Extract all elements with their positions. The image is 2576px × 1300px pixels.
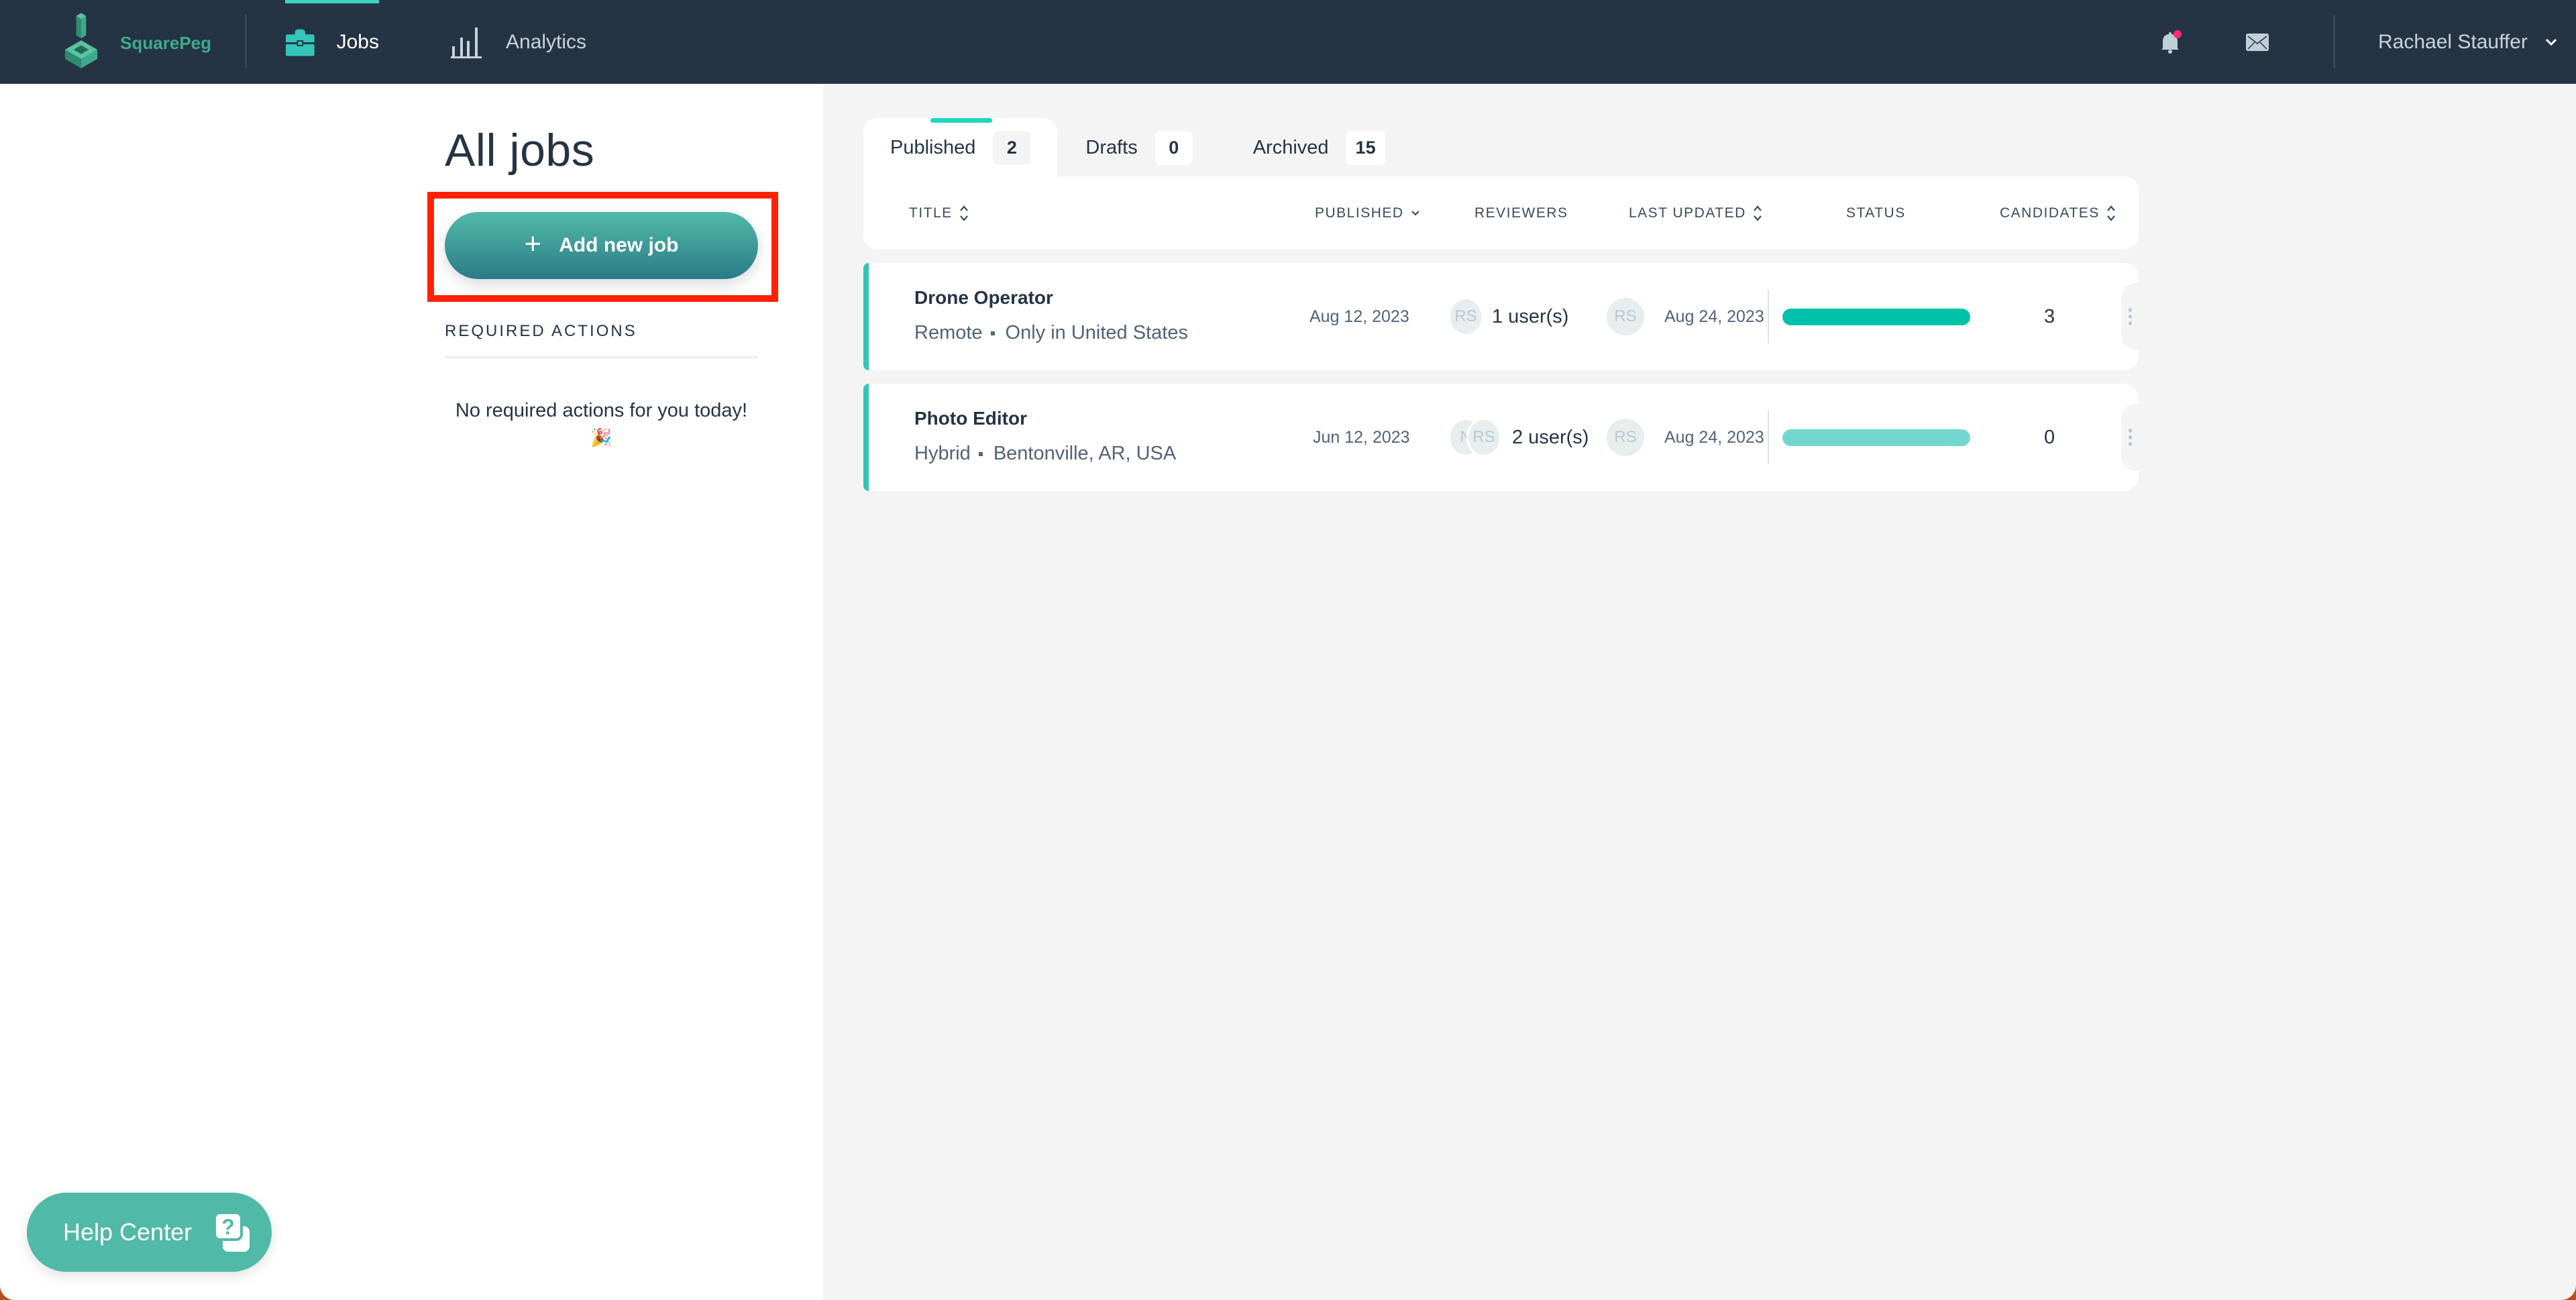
tab-count: 15 <box>1346 130 1385 165</box>
help-question-icon: ? <box>213 1211 250 1252</box>
last-updated-date: Aug 24, 2023 <box>1664 307 1764 326</box>
squarepeg-logo-icon <box>64 13 98 68</box>
kebab-dot <box>2128 429 2132 433</box>
last-updated-cell: RS Aug 24, 2023 <box>1607 263 1764 370</box>
top-navigation: SquarePeg Jobs Analytics Rachael Stauffe… <box>0 0 2576 84</box>
job-title[interactable]: Drone Operator <box>914 287 1053 309</box>
notifications-button[interactable] <box>2155 27 2187 59</box>
bar-chart-icon <box>451 27 482 58</box>
active-tab-indicator <box>930 118 992 123</box>
reviewers-count: 2 user(s) <box>1512 426 1589 448</box>
job-location: Only in United States <box>1005 322 1188 343</box>
separator-dot <box>990 331 995 335</box>
nav-tab-analytics[interactable]: Analytics <box>451 0 586 84</box>
job-work-type: Hybrid <box>914 443 971 464</box>
nav-tab-jobs[interactable]: Jobs <box>285 0 379 84</box>
column-header-published[interactable]: PUBLISHED <box>1315 176 1420 250</box>
plus-icon: + <box>524 227 542 260</box>
chevron-down-icon <box>1411 210 1419 216</box>
candidates-count[interactable]: 3 <box>2044 263 2055 370</box>
tab-drafts[interactable]: Drafts 0 <box>1057 118 1205 177</box>
nav-tab-label: Analytics <box>506 30 587 53</box>
candidates-count[interactable]: 0 <box>2044 384 2055 491</box>
row-menu-button[interactable] <box>2121 404 2139 471</box>
kebab-dot <box>2128 442 2132 446</box>
reviewers-cell[interactable]: N RS 2 user(s) <box>1450 384 1589 491</box>
logo[interactable]: SquarePeg <box>64 10 211 72</box>
last-updated-cell: RS Aug 24, 2023 <box>1607 384 1764 491</box>
kebab-dot <box>2128 321 2132 325</box>
briefcase-icon <box>285 29 315 56</box>
reviewers-count: 1 user(s) <box>1492 305 1569 327</box>
job-row[interactable]: Drone Operator Remote Only in United Sta… <box>863 263 2139 370</box>
tab-count: 0 <box>1155 130 1193 165</box>
status-bar <box>1782 309 1970 325</box>
kebab-dot <box>2128 315 2132 319</box>
job-location: Bentonville, AR, USA <box>993 443 1177 464</box>
chevron-down-icon <box>2545 38 2557 46</box>
active-tab-indicator <box>285 0 379 3</box>
nav-tab-label: Jobs <box>336 30 379 53</box>
sort-icon <box>1753 205 1762 221</box>
avatar: RS <box>1607 419 1644 456</box>
add-new-job-label: Add new job <box>559 234 679 256</box>
avatar: RS <box>1607 298 1644 335</box>
mail-icon <box>2246 34 2269 51</box>
kebab-dot <box>2128 435 2132 439</box>
required-actions-title: REQUIRED ACTIONS <box>445 322 637 340</box>
tab-count: 2 <box>993 130 1031 165</box>
messages-button[interactable] <box>2242 27 2274 59</box>
job-status-tabs: Published 2 Drafts 0 Archived 15 <box>863 118 1399 177</box>
reviewers-cell[interactable]: RS 1 user(s) <box>1450 263 1568 370</box>
avatar: RS <box>1466 418 1501 457</box>
job-meta: Remote Only in United States <box>914 322 1188 344</box>
job-row[interactable]: Photo Editor Hybrid Bentonville, AR, USA… <box>863 384 2139 491</box>
row-menu-button[interactable] <box>2121 283 2139 350</box>
last-updated-date: Aug 24, 2023 <box>1664 427 1764 447</box>
tab-archived[interactable]: Archived 15 <box>1206 118 1399 177</box>
empty-message: No required actions for you today! <box>455 400 748 421</box>
bell-icon <box>2161 30 2182 54</box>
page-title: All jobs <box>445 125 595 176</box>
avatar: RS <box>1450 299 1481 334</box>
column-divider <box>1768 411 1769 464</box>
column-divider <box>1768 290 1769 343</box>
svg-text:?: ? <box>221 1215 235 1239</box>
column-header-title[interactable]: TITLE <box>909 176 969 250</box>
user-menu[interactable]: Rachael Stauffer <box>2378 0 2557 84</box>
notification-badge <box>2174 30 2182 38</box>
job-work-type: Remote <box>914 322 983 343</box>
nav-divider <box>245 15 247 68</box>
column-header-last-updated[interactable]: LAST UPDATED <box>1629 176 1762 250</box>
app-window: SquarePeg Jobs Analytics Rachael Stauffe… <box>0 0 2576 1300</box>
help-center-button[interactable]: Help Center ? <box>27 1193 272 1272</box>
column-header-reviewers: REVIEWERS <box>1474 205 1568 221</box>
required-actions-empty: No required actions for you today! 🎉 <box>445 397 758 451</box>
logo-text: SquarePeg <box>120 32 211 53</box>
sort-icon <box>2106 205 2115 221</box>
separator-dot <box>978 451 983 456</box>
table-header: TITLE PUBLISHED REVIEWERS LAST UPDATED S… <box>863 176 2139 250</box>
column-header-candidates[interactable]: CANDIDATES <box>2000 176 2116 250</box>
party-popper-icon: 🎉 <box>590 427 612 447</box>
published-date: Jun 12, 2023 <box>1313 427 1410 447</box>
help-center-label: Help Center <box>63 1218 193 1246</box>
column-header-status: STATUS <box>1846 205 1906 221</box>
status-bar <box>1782 429 1970 446</box>
tab-label: Archived <box>1252 136 1329 158</box>
required-actions-divider <box>445 356 758 358</box>
kebab-dot <box>2128 308 2132 312</box>
published-date: Aug 12, 2023 <box>1309 307 1409 326</box>
nav-divider <box>2333 15 2335 68</box>
tab-published[interactable]: Published 2 <box>863 118 1058 177</box>
tab-label: Drafts <box>1085 136 1138 158</box>
job-title[interactable]: Photo Editor <box>914 408 1027 429</box>
sort-icon <box>959 205 968 221</box>
tab-label: Published <box>890 136 976 158</box>
user-name: Rachael Stauffer <box>2378 30 2528 53</box>
job-meta: Hybrid Bentonville, AR, USA <box>914 443 1176 465</box>
add-new-job-button[interactable]: + Add new job <box>445 212 758 279</box>
